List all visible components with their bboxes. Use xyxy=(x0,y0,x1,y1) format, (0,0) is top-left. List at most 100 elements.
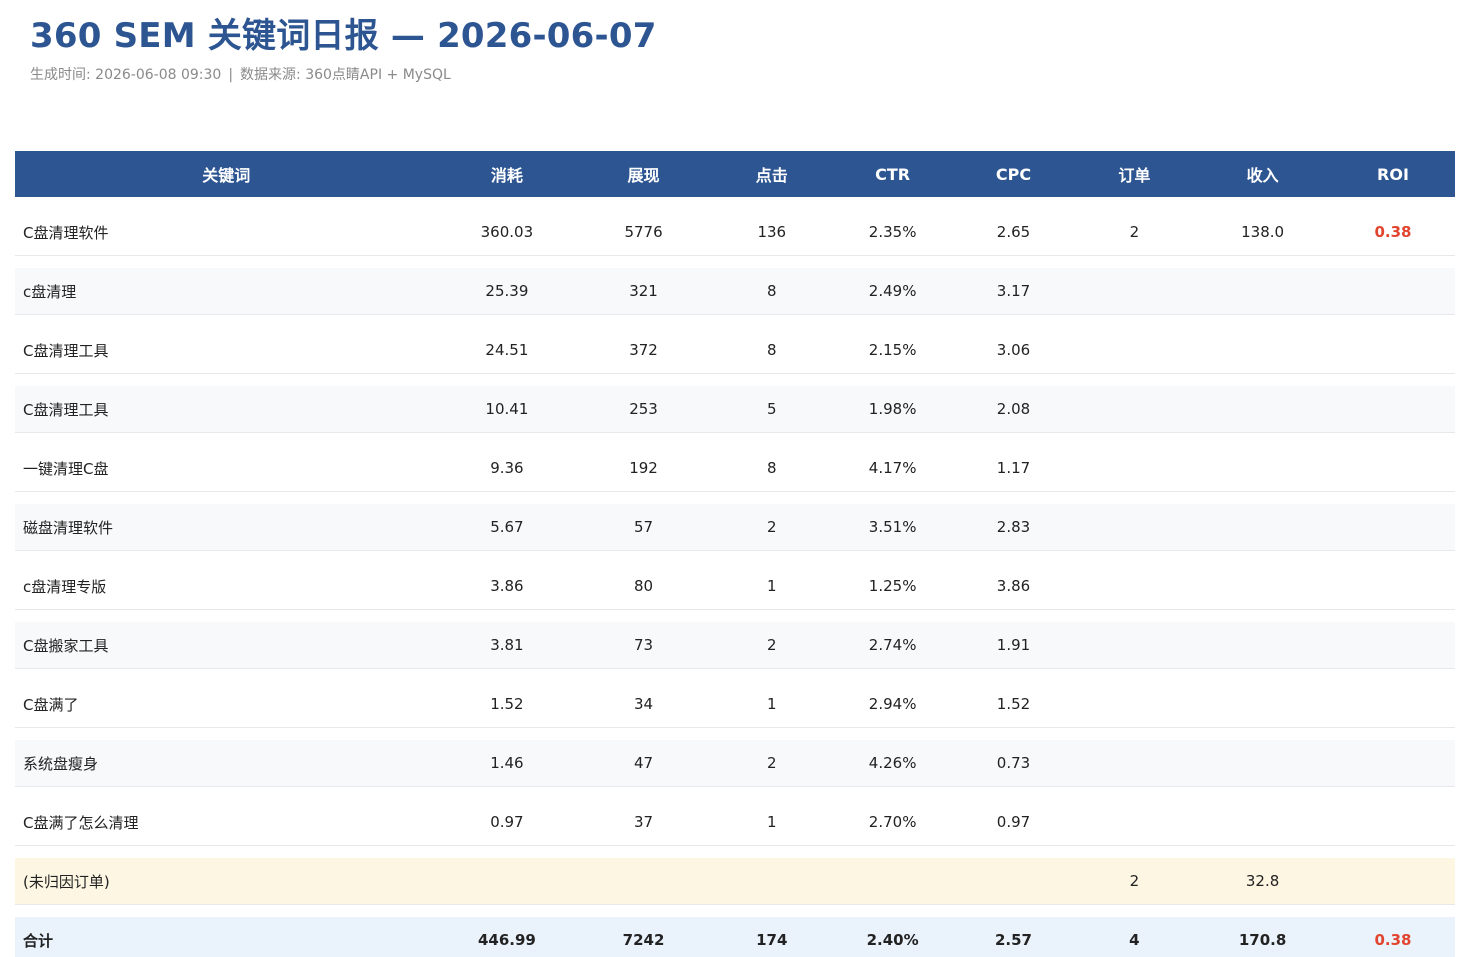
table-row: C盘满了 1.52 34 1 2.94% 1.52 xyxy=(15,681,1455,728)
cell-ctr: 1.25% xyxy=(832,563,953,610)
cell-cost: 3.81 xyxy=(437,622,577,669)
cell-revenue xyxy=(1194,386,1331,433)
cell-orders xyxy=(1074,563,1195,610)
cell-ctr: 2.70% xyxy=(832,799,953,846)
cell-cost: 25.39 xyxy=(437,268,577,315)
cell-clicks: 1 xyxy=(710,563,833,610)
header-clicks[interactable]: 点击 xyxy=(710,151,833,197)
cell-cost: 5.67 xyxy=(437,504,577,551)
cell-cpc xyxy=(952,858,1075,905)
cell-impressions: 192 xyxy=(576,445,711,492)
table-row: 系统盘瘦身 1.46 47 2 4.26% 0.73 xyxy=(15,740,1455,787)
cell-cpc: 3.17 xyxy=(952,268,1075,315)
cell-roi xyxy=(1330,386,1455,433)
cell-revenue: 32.8 xyxy=(1194,858,1331,905)
cell-orders xyxy=(1074,681,1195,728)
cell-ctr: 4.17% xyxy=(832,445,953,492)
cell-roi xyxy=(1330,563,1455,610)
cell-orders: 4 xyxy=(1074,917,1195,957)
cell-keyword: 合计 xyxy=(15,917,438,957)
cell-keyword: 系统盘瘦身 xyxy=(15,740,438,787)
cell-cost: 446.99 xyxy=(437,917,577,957)
cell-keyword: C盘清理工具 xyxy=(15,327,438,374)
header-roi[interactable]: ROI xyxy=(1330,151,1455,197)
cell-clicks xyxy=(710,858,833,905)
cell-orders xyxy=(1074,268,1195,315)
cell-orders: 2 xyxy=(1074,858,1195,905)
cell-clicks: 174 xyxy=(710,917,833,957)
cell-ctr: 2.40% xyxy=(832,917,953,957)
cell-impressions: 7242 xyxy=(576,917,711,957)
table-row: c盘清理专版 3.86 80 1 1.25% 3.86 xyxy=(15,563,1455,610)
cell-roi xyxy=(1330,268,1455,315)
cell-orders xyxy=(1074,799,1195,846)
cell-keyword: (未归因订单) xyxy=(15,858,438,905)
cell-ctr: 4.26% xyxy=(832,740,953,787)
cell-cpc: 2.08 xyxy=(952,386,1075,433)
cell-keyword: c盘清理专版 xyxy=(15,563,438,610)
cell-clicks: 2 xyxy=(710,740,833,787)
cell-revenue xyxy=(1194,622,1331,669)
cell-ctr: 2.49% xyxy=(832,268,953,315)
cell-revenue xyxy=(1194,268,1331,315)
cell-ctr: 1.98% xyxy=(832,386,953,433)
header-ctr[interactable]: CTR xyxy=(832,151,953,197)
table-header-row: 关键词 消耗 展现 点击 CTR CPC 订单 收入 ROI xyxy=(15,151,1455,197)
cell-impressions: 73 xyxy=(576,622,711,669)
cell-orders xyxy=(1074,504,1195,551)
cell-cost: 9.36 xyxy=(437,445,577,492)
cell-keyword: C盘清理软件 xyxy=(15,209,438,256)
cell-roi xyxy=(1330,327,1455,374)
cell-orders xyxy=(1074,445,1195,492)
header-revenue[interactable]: 收入 xyxy=(1194,151,1331,197)
header-impressions[interactable]: 展现 xyxy=(576,151,711,197)
cell-cpc: 1.52 xyxy=(952,681,1075,728)
cell-ctr: 2.15% xyxy=(832,327,953,374)
cell-impressions: 372 xyxy=(576,327,711,374)
header-keyword[interactable]: 关键词 xyxy=(15,151,438,197)
cell-cpc: 3.86 xyxy=(952,563,1075,610)
generated-time: 生成时间: 2026-06-08 09:30 xyxy=(30,67,222,83)
cell-impressions: 321 xyxy=(576,268,711,315)
cell-roi xyxy=(1330,799,1455,846)
cell-cost: 1.46 xyxy=(437,740,577,787)
cell-cost: 10.41 xyxy=(437,386,577,433)
cell-keyword: C盘满了怎么清理 xyxy=(15,799,438,846)
header-cpc[interactable]: CPC xyxy=(952,151,1075,197)
cell-cpc: 3.06 xyxy=(952,327,1075,374)
header-orders[interactable]: 订单 xyxy=(1074,151,1195,197)
cell-clicks: 8 xyxy=(710,327,833,374)
report-page: 360 SEM 关键词日报 — 2026-06-07 生成时间: 2026-06… xyxy=(0,0,1470,957)
table-row: 一键清理C盘 9.36 192 8 4.17% 1.17 xyxy=(15,445,1455,492)
cell-keyword: 一键清理C盘 xyxy=(15,445,438,492)
cell-impressions: 34 xyxy=(576,681,711,728)
cell-cpc: 1.17 xyxy=(952,445,1075,492)
cell-clicks: 1 xyxy=(710,799,833,846)
cell-clicks: 8 xyxy=(710,268,833,315)
cell-roi xyxy=(1330,504,1455,551)
cell-clicks: 136 xyxy=(710,209,833,256)
data-source: 数据来源: 360点睛API + MySQL xyxy=(240,67,451,83)
cell-roi: 0.38 xyxy=(1330,209,1455,256)
cell-ctr: 2.35% xyxy=(832,209,953,256)
cell-revenue xyxy=(1194,504,1331,551)
cell-impressions: 37 xyxy=(576,799,711,846)
cell-keyword: C盘满了 xyxy=(15,681,438,728)
cell-revenue xyxy=(1194,740,1331,787)
header-cost[interactable]: 消耗 xyxy=(437,151,577,197)
cell-keyword: 磁盘清理软件 xyxy=(15,504,438,551)
table-row: 磁盘清理软件 5.67 57 2 3.51% 2.83 xyxy=(15,504,1455,551)
cell-cpc: 2.57 xyxy=(952,917,1075,957)
table-row: C盘清理工具 10.41 253 5 1.98% 2.08 xyxy=(15,386,1455,433)
cell-cost: 24.51 xyxy=(437,327,577,374)
cell-cost xyxy=(437,858,577,905)
cell-orders xyxy=(1074,622,1195,669)
cell-revenue xyxy=(1194,681,1331,728)
cell-revenue: 170.8 xyxy=(1194,917,1331,957)
table-row: c盘清理 25.39 321 8 2.49% 3.17 xyxy=(15,268,1455,315)
cell-orders xyxy=(1074,740,1195,787)
cell-cost: 0.97 xyxy=(437,799,577,846)
cell-cpc: 1.91 xyxy=(952,622,1075,669)
cell-impressions: 253 xyxy=(576,386,711,433)
keyword-report-table: 关键词 消耗 展现 点击 CTR CPC 订单 收入 ROI C盘清理软件 36… xyxy=(15,139,1455,957)
